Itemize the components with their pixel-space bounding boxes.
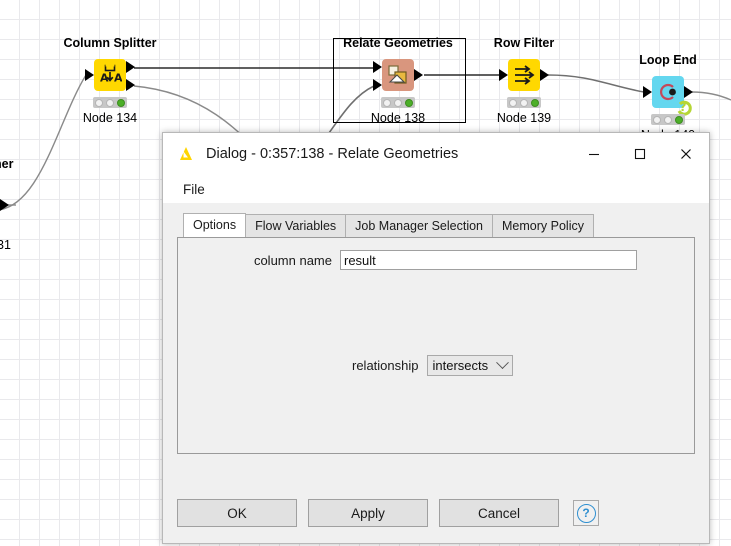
tab-flow-variables[interactable]: Flow Variables [245, 214, 347, 237]
partial-node-label: 31 [0, 238, 11, 252]
status-lamp-executed [116, 98, 125, 107]
status-lamp-executed [530, 98, 539, 107]
status-lamp-configured [519, 98, 528, 107]
node-row-filter[interactable]: Row Filter Node 139 [494, 36, 554, 125]
node-column-splitter[interactable]: Column Splitter A A Node 134 [63, 36, 156, 125]
partial-node-title: ner [0, 157, 14, 171]
node-status-lights [507, 97, 541, 108]
input-port [85, 69, 94, 81]
input-port-bottom [373, 79, 382, 91]
maximize-button[interactable] [617, 133, 663, 175]
node-status-lights [93, 97, 127, 108]
tab-job-manager-selection[interactable]: Job Manager Selection [345, 214, 494, 237]
output-port [414, 69, 423, 81]
close-button[interactable] [663, 133, 709, 175]
node-title: Loop End [639, 53, 697, 67]
node-relate-geometries[interactable]: Relate Geometries Node 138 [343, 36, 453, 125]
port-arrow [0, 199, 9, 211]
relationship-row: relationship intersects [352, 355, 514, 376]
status-lamp-configured [663, 115, 672, 124]
help-button[interactable]: ? [573, 500, 599, 526]
options-panel: column name relationship intersects [177, 237, 695, 454]
apply-button[interactable]: Apply [308, 499, 428, 527]
status-lamp-idle [383, 98, 392, 107]
input-port [499, 69, 508, 81]
dialog-menu-bar: File [163, 175, 709, 203]
status-lamp-configured [393, 98, 402, 107]
input-port [643, 86, 652, 98]
node-status-lights [381, 97, 415, 108]
window-controls [571, 133, 709, 175]
relate-geometries-dialog[interactable]: Dialog - 0:357:138 - Relate Geometries F… [162, 132, 710, 544]
relationship-selected-value: intersects [432, 358, 489, 373]
minimize-button[interactable] [571, 133, 617, 175]
node-status-lights [651, 114, 685, 125]
output-port [540, 69, 549, 81]
output-port-bottom [126, 79, 135, 91]
node-title: Column Splitter [63, 36, 157, 50]
relate-geometries-icon [382, 59, 414, 91]
node-title: Row Filter [493, 36, 555, 50]
node-label: Node 139 [496, 111, 552, 125]
svg-text:?: ? [680, 100, 687, 114]
input-port-top [373, 61, 382, 73]
node-loop-end[interactable]: Loop End ? Node 140 [639, 53, 697, 142]
knime-triangle-icon [180, 147, 192, 160]
cancel-button[interactable]: Cancel [439, 499, 559, 527]
status-lamp-configured [105, 98, 114, 107]
column-name-row: column name [222, 250, 637, 270]
status-lamp-executed [674, 115, 683, 124]
row-filter-icon [508, 59, 540, 91]
tab-memory-policy[interactable]: Memory Policy [492, 214, 594, 237]
svg-text:A: A [114, 72, 122, 85]
column-name-input[interactable] [340, 250, 637, 270]
relationship-label: relationship [352, 358, 419, 373]
ok-button[interactable]: OK [177, 499, 297, 527]
dialog-title: Dialog - 0:357:138 - Relate Geometries [206, 146, 459, 162]
help-question-icon: ? [576, 503, 596, 523]
relationship-select[interactable]: intersects [426, 355, 514, 376]
dialog-button-bar: OK Apply Cancel ? [163, 499, 709, 527]
output-port-top [126, 61, 135, 73]
column-name-label: column name [253, 252, 332, 268]
close-icon [681, 149, 691, 159]
status-lamp-idle [653, 115, 662, 124]
node-title: Relate Geometries [343, 36, 453, 50]
column-splitter-icon: A A [94, 59, 126, 91]
maximize-icon [634, 148, 646, 160]
dialog-body: Options Flow Variables Job Manager Selec… [163, 203, 709, 454]
node-label: Node 138 [370, 111, 426, 125]
node-label: Node 134 [82, 111, 138, 125]
status-lamp-idle [95, 98, 104, 107]
output-port [684, 86, 693, 98]
dialog-tabs: Options Flow Variables Job Manager Selec… [177, 213, 695, 237]
status-lamp-idle [509, 98, 518, 107]
status-lamp-executed [404, 98, 413, 107]
menu-item-file[interactable]: File [179, 180, 209, 199]
dialog-title-bar[interactable]: Dialog - 0:357:138 - Relate Geometries [163, 133, 709, 175]
minimize-icon [589, 153, 599, 156]
chevron-down-icon [496, 356, 510, 370]
tab-options[interactable]: Options [183, 213, 247, 237]
